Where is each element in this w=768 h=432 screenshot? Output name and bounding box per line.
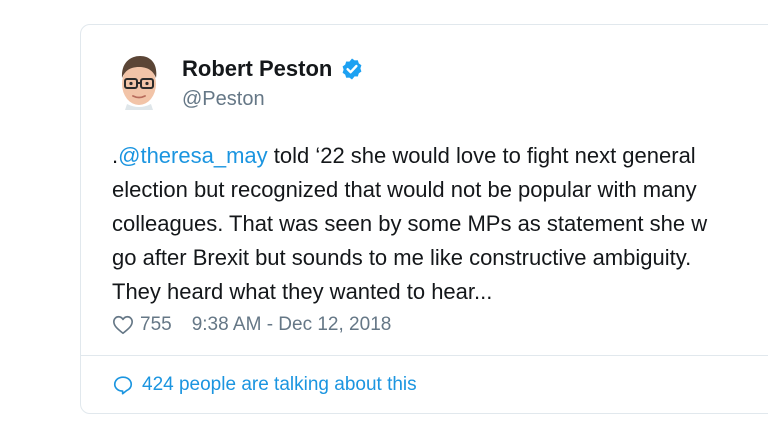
divider <box>80 355 768 356</box>
heart-icon[interactable] <box>112 314 134 336</box>
talking-label[interactable]: 424 people are talking about this <box>142 374 417 396</box>
tweet-text-line: election but recognized that would not b… <box>112 177 697 202</box>
speech-bubble-icon <box>113 376 133 395</box>
tweet-text-line: go after Brexit but sounds to me like co… <box>112 245 692 270</box>
author-name-text[interactable]: Robert Peston <box>182 56 332 82</box>
author-handle[interactable]: @Peston <box>182 88 265 111</box>
avatar[interactable] <box>113 52 165 110</box>
author-name[interactable]: Robert Peston <box>182 56 364 82</box>
tweet-meta: 755 9:38 AM - Dec 12, 2018 <box>112 314 391 336</box>
like-count[interactable]: 755 <box>140 314 172 336</box>
tweet-text-line: .@theresa_may told ‘22 she would love to… <box>112 139 768 173</box>
tweet-timestamp[interactable]: 9:38 AM - Dec 12, 2018 <box>192 314 392 336</box>
talking-link[interactable]: 424 people are talking about this <box>112 374 417 396</box>
mention-link[interactable]: @theresa_may <box>118 143 268 168</box>
tweet-text-line: They heard what they wanted to hear... <box>112 279 493 304</box>
tweet-text-line: colleagues. That was seen by some MPs as… <box>112 211 708 236</box>
tweet-text-rest: told ‘22 she would love to fight next ge… <box>267 143 696 168</box>
tweet-text: .@theresa_may told ‘22 she would love to… <box>112 139 768 309</box>
verified-badge-icon <box>342 58 362 80</box>
